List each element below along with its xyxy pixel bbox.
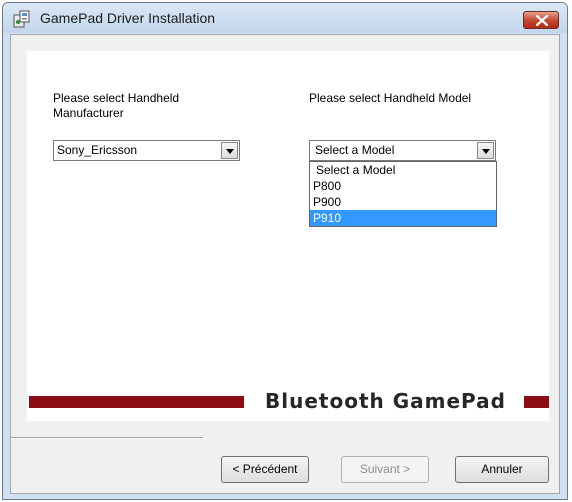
next-button[interactable]: Suivant >: [341, 456, 429, 483]
close-icon: [536, 15, 548, 26]
cancel-button[interactable]: Annuler: [455, 456, 549, 483]
close-button[interactable]: [523, 11, 559, 29]
content-panel: Please select Handheld Manufacturer Sony…: [27, 51, 549, 421]
model-option-highlighted[interactable]: P910: [310, 210, 496, 226]
model-select-value: Select a Model: [315, 143, 395, 157]
manufacturer-select-value: Sony_Ericsson: [57, 143, 138, 157]
manufacturer-select[interactable]: Sony_Ericsson: [53, 140, 240, 161]
installer-app-icon: [13, 10, 30, 28]
model-option[interactable]: P800: [310, 178, 496, 194]
model-option[interactable]: Select a Model: [310, 162, 496, 178]
window-title: GamePad Driver Installation: [40, 10, 216, 26]
banner-bar-left: [29, 396, 244, 408]
model-select[interactable]: Select a Model: [309, 140, 496, 161]
model-dropdown-list[interactable]: Select a Model P800 P900 P910: [309, 161, 497, 227]
banner-logo-text: Bluetooth GamePad: [265, 389, 506, 413]
model-label: Please select Handheld Model: [309, 91, 472, 105]
title-bar[interactable]: GamePad Driver Installation: [3, 3, 567, 33]
dialog-body: Please select Handheld Manufacturer Sony…: [10, 34, 560, 494]
installer-window: GamePad Driver Installation Please selec…: [2, 2, 568, 500]
banner-bar-right: [524, 396, 549, 408]
chevron-down-icon[interactable]: [221, 142, 238, 159]
footer-separator: [11, 437, 203, 439]
back-button[interactable]: < Précédent: [221, 456, 309, 483]
manufacturer-label: Please select Handheld Manufacturer: [53, 91, 180, 120]
chevron-down-icon[interactable]: [477, 142, 494, 159]
model-option[interactable]: P900: [310, 194, 496, 210]
